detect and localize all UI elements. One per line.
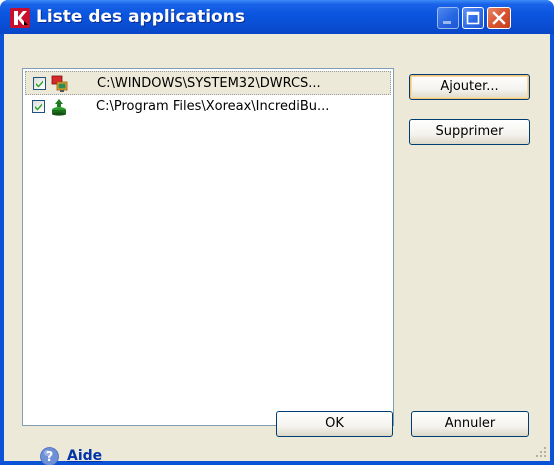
list-item[interactable]: C:\WINDOWS\SYSTEM32\DWRCS...: [25, 71, 391, 95]
checkmark-icon: [35, 103, 42, 111]
minimize-icon: [443, 21, 451, 24]
maximize-button[interactable]: [462, 7, 484, 29]
remote-control-icon: [51, 75, 68, 92]
app-checkbox[interactable]: [32, 100, 45, 113]
maximize-icon: [466, 11, 480, 25]
title-bar[interactable]: Liste des applications: [0, 0, 554, 34]
checkmark-icon: [36, 80, 43, 88]
window-title: Liste des applications: [36, 7, 245, 27]
minimize-button: [437, 7, 459, 29]
application-list[interactable]: C:\WINDOWS\SYSTEM32\DWRCS... C:\Program …: [22, 68, 394, 426]
app-checkbox[interactable]: [33, 77, 46, 90]
app-path: C:\WINDOWS\SYSTEM32\DWRCS...: [97, 76, 321, 91]
incredibuild-icon: [52, 99, 66, 116]
svg-text:?: ?: [46, 450, 54, 465]
kaspersky-logo-icon: [10, 8, 30, 28]
app-path: C:\Program Files\Xoreax\IncrediBu...: [96, 99, 330, 114]
resize-grip-icon[interactable]: [534, 445, 548, 459]
cancel-button[interactable]: Annuler: [411, 411, 529, 437]
help-link[interactable]: Aide: [67, 447, 102, 465]
dialog-window: Liste des applications C:\WINDOWS\SYSTEM…: [0, 0, 554, 465]
add-button[interactable]: Ajouter...: [409, 74, 530, 100]
close-icon: [492, 11, 506, 25]
help-icon[interactable]: ?: [40, 447, 59, 465]
ok-button[interactable]: OK: [276, 411, 393, 437]
list-item[interactable]: C:\Program Files\Xoreax\IncrediBu...: [25, 95, 391, 119]
close-button[interactable]: [487, 7, 511, 29]
remove-button[interactable]: Supprimer: [409, 119, 530, 145]
dialog-client-area: C:\WINDOWS\SYSTEM32\DWRCS... C:\Program …: [4, 34, 550, 465]
